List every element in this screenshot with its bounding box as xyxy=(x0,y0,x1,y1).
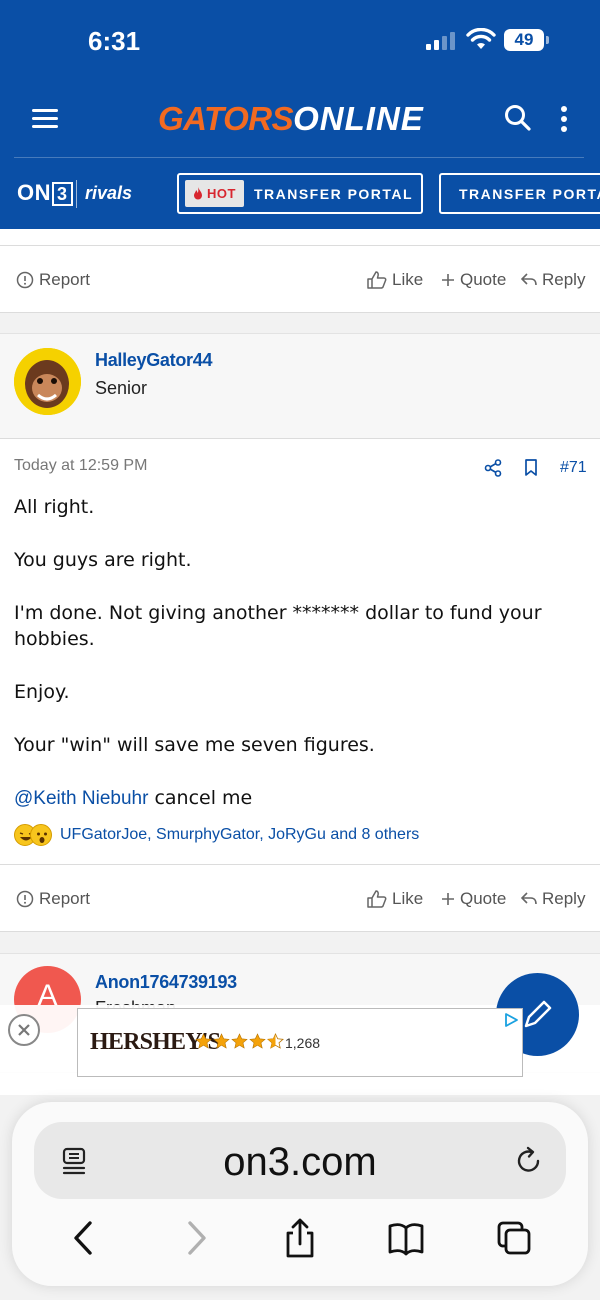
cellular-signal-icon xyxy=(426,32,458,50)
status-time: 6:31 xyxy=(88,26,141,56)
site-header: 6:31 49 GATORSONLINE ON 3 rivals HOT TRAN… xyxy=(0,0,600,229)
on3-logo[interactable]: ON 3 xyxy=(17,180,73,206)
quote-label: Quote xyxy=(460,889,507,908)
like-label: Like xyxy=(392,270,424,289)
plus-icon xyxy=(442,274,454,286)
post-paragraph: You guys are right. xyxy=(14,549,192,571)
pill-label: TRANSFER PORTAL xyxy=(253,185,414,202)
reaction-users[interactable]: UFGatorJoe, SmurphyGator, JoRyGu and 8 o… xyxy=(60,826,419,844)
ad-rating-stars xyxy=(195,1033,285,1049)
wifi-icon xyxy=(466,28,496,49)
share-sheet-icon[interactable] xyxy=(280,1216,320,1260)
thumbs-up-icon xyxy=(367,271,387,289)
reply-label: Reply xyxy=(542,889,586,908)
reply-label: Reply xyxy=(542,270,586,289)
address-bar[interactable]: on3.com xyxy=(34,1122,566,1199)
more-options-icon[interactable] xyxy=(560,106,568,132)
url-text: on3.com xyxy=(223,1140,377,1184)
author-username[interactable]: Anon1764739193 xyxy=(95,972,237,993)
post-paragraph: All right. xyxy=(14,496,95,518)
safari-toolbar: on3.com xyxy=(12,1102,588,1286)
on3-logo-text: ON xyxy=(17,180,51,205)
post-number[interactable]: #71 xyxy=(560,459,587,477)
half-star-icon xyxy=(267,1033,284,1049)
post-actions: Report Like Quote Reply xyxy=(0,245,600,313)
close-ad-button[interactable] xyxy=(8,1014,40,1046)
plus-icon xyxy=(442,893,454,905)
ad-choices-icon[interactable] xyxy=(504,1013,518,1027)
post-paragraph: I'm done. Not giving another ******* dol… xyxy=(14,602,542,650)
quote-button[interactable]: Quote xyxy=(441,889,506,909)
hot-badge: HOT xyxy=(185,180,244,207)
logo-online: ONLINE xyxy=(293,100,424,137)
rivals-logo[interactable]: rivals xyxy=(85,183,132,204)
reload-icon[interactable] xyxy=(514,1146,544,1176)
star-icon xyxy=(195,1033,212,1049)
post-paragraph: Enjoy. xyxy=(14,681,70,703)
orangutan-avatar-icon xyxy=(14,348,81,415)
tabs-icon[interactable] xyxy=(494,1216,534,1260)
ad-content[interactable]: HERSHEY'S 1,268 xyxy=(77,1008,523,1077)
like-button[interactable]: Like xyxy=(367,889,423,909)
report-label: Report xyxy=(39,889,91,908)
like-label: Like xyxy=(392,889,424,908)
reply-button[interactable]: Reply xyxy=(521,270,585,290)
reply-icon xyxy=(521,273,537,286)
header-divider xyxy=(14,157,584,158)
author-username[interactable]: HalleyGator44 xyxy=(95,350,212,371)
ad-rating-count: 1,268 xyxy=(285,1035,321,1051)
star-icon xyxy=(213,1033,230,1049)
post-author-block: HalleyGator44 Senior xyxy=(0,333,600,439)
bookmarks-icon[interactable] xyxy=(386,1216,426,1260)
close-icon xyxy=(18,1024,30,1036)
post-timestamp[interactable]: Today at 12:59 PM xyxy=(14,457,147,475)
back-icon[interactable] xyxy=(64,1216,104,1260)
hot-badge-label: HOT xyxy=(207,186,236,201)
report-icon xyxy=(16,890,34,908)
reply-button[interactable]: Reply xyxy=(521,889,585,909)
reply-icon xyxy=(521,892,537,905)
avatar[interactable] xyxy=(14,348,81,415)
logo-gators: GATORS xyxy=(158,100,294,137)
mention-suffix: cancel me xyxy=(148,787,253,809)
bookmark-icon[interactable] xyxy=(524,459,538,477)
report-label: Report xyxy=(39,270,91,289)
flame-icon xyxy=(194,187,202,200)
hamburger-menu-icon[interactable] xyxy=(32,108,58,130)
post-paragraph-mention: @Keith Niebuhr cancel me xyxy=(14,785,574,812)
author-title: Senior xyxy=(95,378,148,398)
status-bar: 6:31 49 xyxy=(0,0,600,80)
post-body: All right. You guys are right. I'm done.… xyxy=(14,494,574,839)
forward-icon[interactable] xyxy=(176,1216,216,1260)
gatorsonline-logo[interactable]: GATORSONLINE xyxy=(158,100,424,138)
on3-logo-three: 3 xyxy=(52,182,73,206)
quote-label: Quote xyxy=(460,270,507,289)
post-paragraph: Your "win" will save me seven figures. xyxy=(14,734,375,756)
star-icon xyxy=(231,1033,248,1049)
post-actions: Report Like Quote Reply xyxy=(0,864,600,932)
star-icon xyxy=(249,1033,266,1049)
brand-divider xyxy=(76,180,77,208)
battery-icon: 49 xyxy=(504,29,549,51)
shocked-emoji-icon xyxy=(30,824,52,846)
like-button[interactable]: Like xyxy=(367,270,423,290)
transfer-portal-button[interactable]: TRANSFER PORTAL xyxy=(439,173,600,214)
search-icon[interactable] xyxy=(504,104,532,132)
reactions-summary[interactable]: UFGatorJoe, SmurphyGator, JoRyGu and 8 o… xyxy=(14,824,419,846)
report-button[interactable]: Report xyxy=(16,270,90,290)
report-icon xyxy=(16,271,34,289)
hot-transfer-portal-button[interactable]: HOT TRANSFER PORTAL xyxy=(177,173,423,214)
previous-post-tail xyxy=(0,229,600,245)
user-mention[interactable]: @Keith Niebuhr xyxy=(14,788,148,809)
quote-button[interactable]: Quote xyxy=(441,270,506,290)
pill-label: TRANSFER PORTAL xyxy=(459,185,600,202)
thumbs-up-icon xyxy=(367,890,387,908)
share-icon[interactable] xyxy=(484,459,502,477)
report-button[interactable]: Report xyxy=(16,889,90,909)
